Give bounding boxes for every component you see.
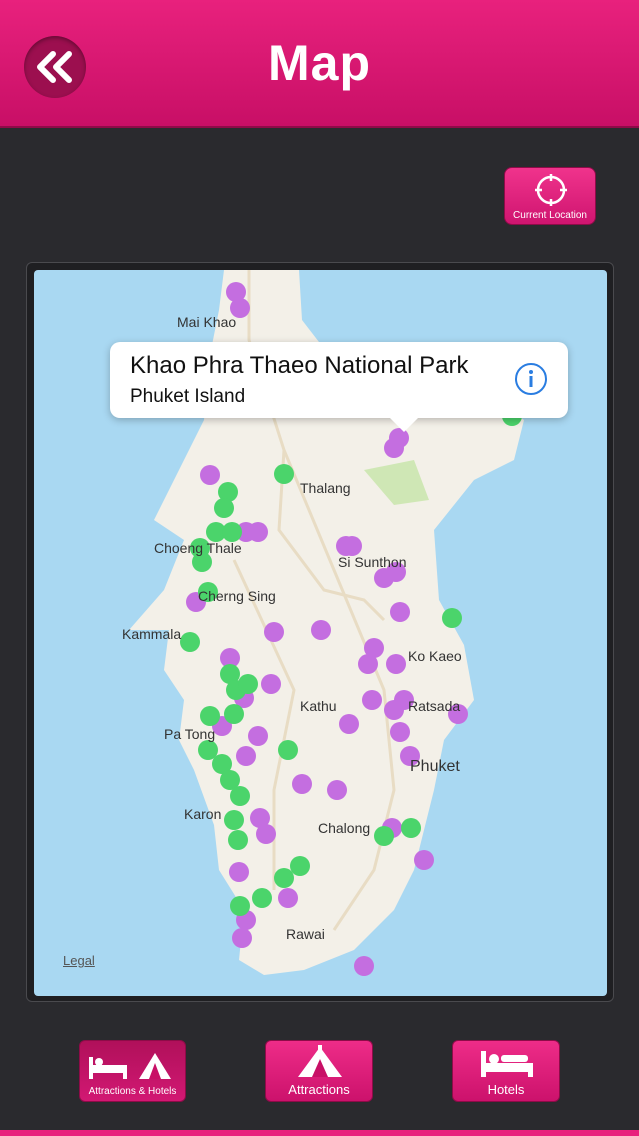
tab-label: Hotels [487, 1082, 525, 1097]
header: Map [0, 0, 639, 128]
tab-attractions[interactable]: Attractions [265, 1040, 373, 1102]
info-icon[interactable] [514, 362, 548, 396]
map-label-si-sunthon: Si Sunthon [338, 554, 407, 570]
tab-label: Attractions [288, 1082, 350, 1097]
legal-link[interactable]: Legal [63, 953, 95, 968]
tent-icon [298, 1045, 342, 1077]
bed-icon [481, 1051, 533, 1077]
crosshair-icon [535, 174, 567, 206]
map-label-kammala: Kammala [122, 626, 182, 642]
map-label-ratsada: Ratsada [408, 698, 461, 714]
map-label-cherng-sing: Cherng Sing [198, 588, 276, 604]
map-label-choeng-thale: Choeng Thale [154, 540, 242, 556]
tab-attractions-hotels[interactable]: Attractions & Hotels [79, 1040, 186, 1102]
map-label-mai-khao: Mai Khao [177, 314, 237, 330]
bottom-accent-bar [0, 1130, 639, 1136]
callout-title: Khao Phra Thaeo National Park [130, 352, 469, 379]
map-label-pa-tong: Pa Tong [164, 726, 216, 742]
current-location-button[interactable]: Current Location [504, 167, 596, 225]
tab-label: Attractions & Hotels [88, 1086, 177, 1097]
bed-tent-icon [89, 1053, 171, 1079]
map-label-chalong: Chalong [318, 820, 371, 836]
map-label-rawai: Rawai [286, 926, 325, 942]
map-label-ko-kaeo: Ko Kaeo [408, 648, 462, 664]
map-label-thalang: Thalang [300, 480, 351, 496]
map-callout[interactable]: Khao Phra Thaeo National Park Phuket Isl… [110, 342, 568, 432]
tab-hotels[interactable]: Hotels [452, 1040, 560, 1102]
map-label-kathu: Kathu [300, 698, 337, 714]
map-label-phuket: Phuket [410, 758, 460, 775]
current-location-label: Current Location [513, 210, 587, 221]
page-title: Map [268, 35, 371, 91]
callout-subtitle: Phuket Island [130, 386, 246, 407]
map-label-karon: Karon [184, 806, 222, 822]
